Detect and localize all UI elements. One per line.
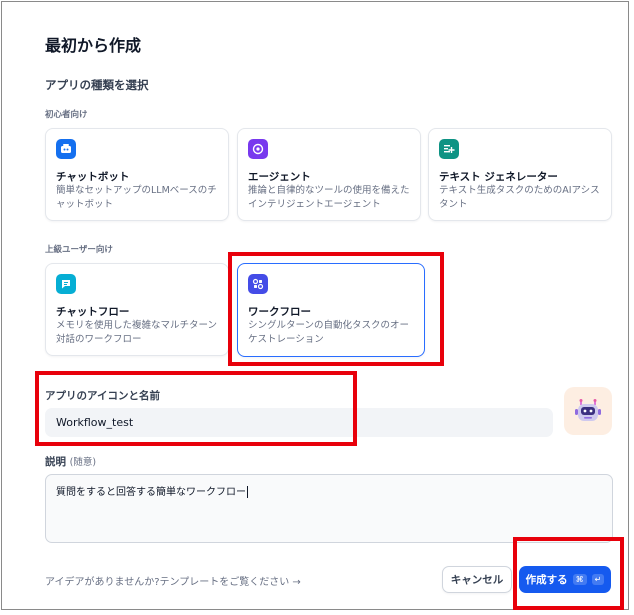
card-chatflow[interactable]: チャットフロー メモリを使用した複雑なマルチターン対話のワークフロー [45, 263, 229, 356]
card-desc: 簡単なセットアップのLLMベースのチャットボット [56, 185, 217, 210]
card-title: テキスト ジェネレーター [439, 171, 558, 183]
card-desc: 推論と自律的なツールの使用を備えたインテリジェントエージェント [248, 185, 410, 210]
annotation-box-workflow [228, 252, 444, 366]
description-textarea[interactable]: 質問をすると回答する簡単なワークフロー [45, 474, 613, 543]
annotation-box-create [513, 537, 624, 610]
app-type-label: アプリの種類を選択 [45, 78, 149, 92]
card-chatbot[interactable]: チャットボット 簡単なセットアップのLLMベースのチャットボット [45, 128, 229, 221]
dialog-title: 最初から作成 [45, 36, 142, 55]
text-caret [247, 486, 248, 498]
description-label: 説明 (随意) [45, 454, 96, 469]
card-text-generator[interactable]: テキスト ジェネレーター テキスト生成タスクのためのAIアシスタント [428, 128, 612, 221]
chatbot-icon [56, 139, 76, 159]
card-desc: テキスト生成タスクのためのAIアシスタント [439, 185, 600, 210]
card-agent[interactable]: エージェント 推論と自律的なツールの使用を備えたインテリジェントエージェント [237, 128, 421, 221]
beginner-label: 初心者向け [45, 110, 88, 120]
create-app-dialog: 最初から作成 アプリの種類を選択 初心者向け チャットボット 簡単なセットアップ… [1, 1, 629, 610]
card-desc: メモリを使用した複雑なマルチターン対話のワークフロー [56, 320, 218, 345]
text-generator-icon [439, 139, 459, 159]
description-text: 質問をすると回答する簡単なワークフロー [56, 487, 246, 498]
template-hint-link[interactable]: アイデアがありませんか?テンプレートをご覧ください → [45, 573, 301, 588]
chatflow-icon [56, 274, 76, 294]
description-label-text: 説明 [45, 456, 66, 468]
card-title: チャットボット [56, 171, 130, 183]
advanced-label: 上級ユーザー向け [45, 245, 113, 255]
robot-avatar-icon[interactable] [564, 387, 612, 435]
cancel-button[interactable]: キャンセル [442, 566, 512, 593]
card-title: エージェント [248, 171, 311, 183]
optional-tag: (随意) [69, 457, 97, 468]
card-title: チャットフロー [56, 306, 130, 318]
agent-icon [248, 139, 268, 159]
annotation-box-name [35, 371, 357, 446]
